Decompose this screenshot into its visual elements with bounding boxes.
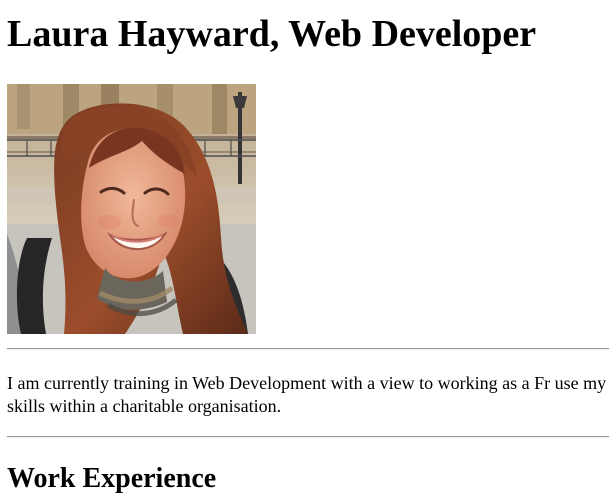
cv-page: Laura Hayward, Web Developer I am curren… xyxy=(0,0,609,497)
portrait-photo-icon xyxy=(7,84,256,334)
page-title: Laura Hayward, Web Developer xyxy=(7,13,537,55)
section-divider xyxy=(7,436,609,438)
profile-photo xyxy=(7,84,256,334)
section-divider xyxy=(7,348,609,350)
intro-paragraph: I am currently training in Web Developme… xyxy=(7,373,607,416)
work-experience-heading: Work Experience xyxy=(7,463,217,494)
